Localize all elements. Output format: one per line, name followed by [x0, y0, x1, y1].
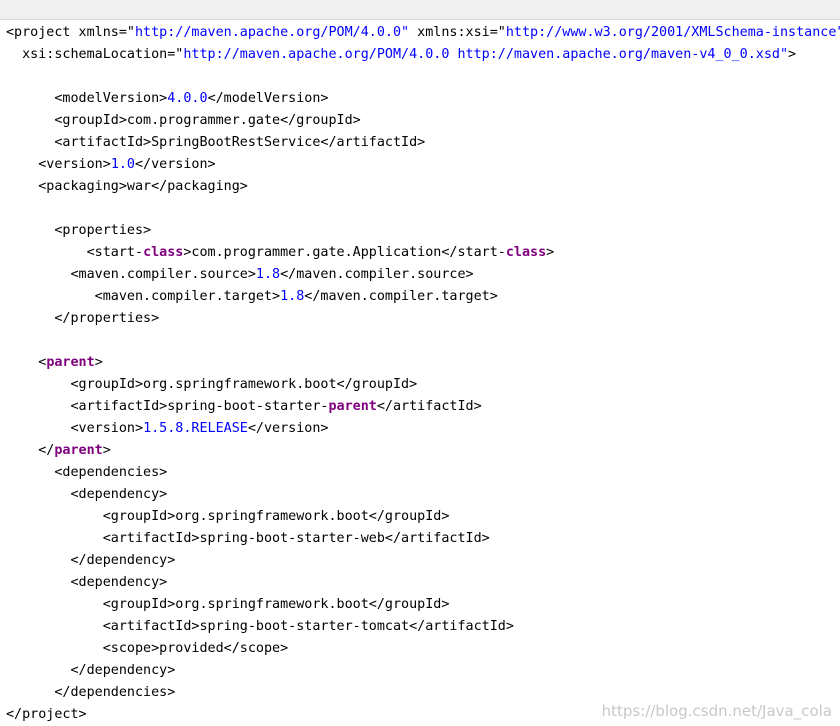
code-text-token: </dependencies> [6, 685, 176, 700]
code-text-token: </maven.compiler.target> [304, 289, 498, 304]
code-keyword-token: class [143, 245, 184, 260]
code-text-token: xmlns:xsi=" [409, 25, 506, 40]
code-text-token: </dependency> [6, 663, 176, 678]
code-value-token: http://maven.apache.org/POM/4.0.0" [135, 25, 410, 40]
code-line: </dependencies> [6, 682, 840, 704]
code-text-token: <version> [6, 157, 111, 172]
code-text-token: <groupId>com.programmer.gate</groupId> [6, 113, 361, 128]
code-line: </parent> [6, 440, 840, 462]
code-value-token: 1.0 [110, 157, 135, 172]
code-text-token: </artifactId> [376, 399, 482, 414]
code-text-token: <groupId>org.springframework.boot</group… [6, 509, 450, 524]
code-text-token: <groupId>org.springframework.boot</group… [6, 377, 418, 392]
code-text-token: <project xmlns=" [6, 25, 135, 40]
code-keyword-token: class [505, 245, 547, 260]
code-text-token: > [546, 245, 555, 260]
code-text-token: </version> [247, 421, 329, 436]
code-line: <dependency> [6, 572, 840, 594]
code-text-token: <artifactId>SpringBootRestService</artif… [6, 135, 426, 150]
code-text-token: </modelVersion> [207, 91, 329, 106]
window-top-bar [0, 0, 840, 20]
code-line: </dependency> [6, 660, 840, 682]
code-line: <packaging>war</packaging> [6, 176, 840, 198]
code-text-token: <dependencies> [6, 465, 168, 480]
code-text-token: <artifactId>spring-boot-starter-tomcat</… [6, 619, 514, 634]
code-line: <dependencies> [6, 462, 840, 484]
code-text-token: <maven.compiler.target> [6, 289, 281, 304]
code-text-token: <version> [6, 421, 144, 436]
code-line: <maven.compiler.target>1.8</maven.compil… [6, 286, 840, 308]
code-keyword-token: parent [328, 399, 377, 414]
code-line: <artifactId>spring-boot-starter-web</art… [6, 528, 840, 550]
code-line: <start-class>com.programmer.gate.Applica… [6, 242, 840, 264]
code-text-token: <dependency> [6, 575, 168, 590]
code-line: <groupId>org.springframework.boot</group… [6, 506, 840, 528]
code-text-token: <properties> [6, 223, 152, 238]
code-text-token: </maven.compiler.source> [280, 267, 474, 282]
xml-code-view[interactable]: <project xmlns="http://maven.apache.org/… [6, 22, 840, 726]
code-value-token: 1.8 [280, 289, 305, 304]
code-line: <project xmlns="http://maven.apache.org/… [6, 22, 840, 44]
code-text-token: <modelVersion> [6, 91, 168, 106]
code-line: <artifactId>spring-boot-starter-parent</… [6, 396, 840, 418]
code-line: <groupId>org.springframework.boot</group… [6, 374, 840, 396]
code-line: xsi:schemaLocation="http://maven.apache.… [6, 44, 840, 66]
code-text-token: </properties> [6, 311, 160, 326]
code-text-token: <packaging>war</packaging> [6, 179, 248, 194]
watermark-text: https://blog.csdn.net/Java_cola [601, 702, 832, 720]
code-text-token: <scope>provided</scope> [6, 641, 289, 656]
code-line: <scope>provided</scope> [6, 638, 840, 660]
code-line: <artifactId>SpringBootRestService</artif… [6, 132, 840, 154]
code-value-token: http://maven.apache.org/POM/4.0.0 http:/… [183, 47, 789, 62]
code-text-token: > [94, 355, 103, 370]
code-line: <groupId>com.programmer.gate</groupId> [6, 110, 840, 132]
code-text-token: > [102, 443, 111, 458]
code-text-token: </dependency> [6, 553, 176, 568]
code-value-token: 1.5.8.RELEASE [143, 421, 248, 436]
code-line: <maven.compiler.source>1.8</maven.compil… [6, 264, 840, 286]
code-text-token: <maven.compiler.source> [6, 267, 256, 282]
code-keyword-token: parent [54, 443, 103, 458]
code-text-token: <artifactId>spring-boot-starter- [6, 399, 329, 414]
code-line: <artifactId>spring-boot-starter-tomcat</… [6, 616, 840, 638]
code-line: <dependency> [6, 484, 840, 506]
code-text-token: </ [6, 443, 55, 458]
code-text-token: <groupId>org.springframework.boot</group… [6, 597, 450, 612]
code-line: <version>1.0</version> [6, 154, 840, 176]
code-text-token: < [6, 355, 47, 370]
code-line: <groupId>org.springframework.boot</group… [6, 594, 840, 616]
code-keyword-token: parent [46, 355, 95, 370]
code-text-token: </version> [135, 157, 216, 172]
code-text-token: <start- [6, 245, 144, 260]
code-line: <parent> [6, 352, 840, 374]
code-value-token: 4.0.0 [167, 91, 208, 106]
code-line: </dependency> [6, 550, 840, 572]
code-text-token: >com.programmer.gate.Application</start- [183, 245, 506, 260]
code-text-token: xsi:schemaLocation=" [6, 47, 184, 62]
code-text-token: <artifactId>spring-boot-starter-web</art… [6, 531, 490, 546]
code-line: <properties> [6, 220, 840, 242]
code-line: <modelVersion>4.0.0</modelVersion> [6, 88, 840, 110]
code-text-token: <dependency> [6, 487, 168, 502]
code-line: <version>1.5.8.RELEASE</version> [6, 418, 840, 440]
code-value-token: http://www.w3.org/2001/XMLSchema-instanc… [505, 25, 840, 40]
code-line: </properties> [6, 308, 840, 330]
code-text-token: </project> [6, 707, 87, 722]
code-value-token: 1.8 [255, 267, 281, 282]
code-text-token: > [788, 47, 797, 62]
